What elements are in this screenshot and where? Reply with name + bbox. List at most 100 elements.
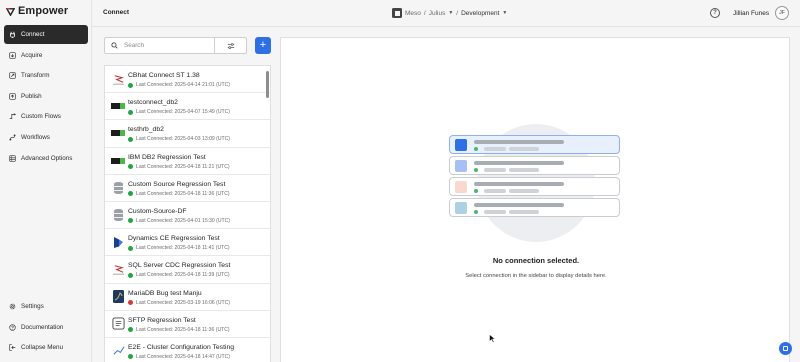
status-text: Last Connected: 2025-04-18 11:39 (UTC) <box>136 272 230 279</box>
status-text: Last Connected: 2025-04-18 11:21 (UTC) <box>136 163 230 170</box>
placeholder-card <box>449 177 620 196</box>
sidebar-item-workflows[interactable]: Workflows <box>4 128 88 147</box>
status-ok-icon <box>128 327 133 333</box>
help-icon <box>9 323 16 331</box>
placeholder-card <box>449 198 620 217</box>
plug-icon <box>9 31 16 38</box>
connection-name: MariaDB Bug test Manju <box>128 289 202 297</box>
breadcrumb[interactable]: Meso / Julius ▼ / Development ▼ <box>392 6 507 20</box>
search-input[interactable] <box>124 40 212 51</box>
sidebar-item-collapse-menu[interactable]: Collapse Menu <box>4 338 88 357</box>
add-connection-button[interactable]: + <box>255 37 271 54</box>
status-ok-icon <box>128 82 133 88</box>
sqlserver-icon <box>111 262 125 276</box>
download-icon <box>9 51 16 59</box>
list-item[interactable]: MariaDB Bug test Manju Last Connected: 2… <box>105 284 270 311</box>
sidebar-item-label: Advanced Options <box>21 154 73 162</box>
page-title: Connect <box>103 9 129 16</box>
detail-panel: No connection selected. Select connectio… <box>280 37 790 362</box>
list-item[interactable]: testconnect_db2 Last Connected: 2025-04-… <box>105 93 270 121</box>
connection-status: Last Connected: 2025-04-18 11:21 (UTC) <box>128 164 230 170</box>
mouse-cursor-icon <box>489 334 496 343</box>
connection-name: E2E - Cluster Configuration Testing <box>128 343 235 351</box>
connection-status: Last Connected: 2025-04-18 11:36 (UTC) <box>128 327 230 333</box>
breadcrumb-project[interactable]: Julius <box>429 10 446 17</box>
breadcrumb-separator: / <box>423 9 426 17</box>
sftp-icon <box>111 317 125 331</box>
status-ok-icon <box>128 109 133 115</box>
breadcrumb-separator: / <box>456 9 459 17</box>
breadcrumb-org[interactable]: Meso <box>405 10 421 17</box>
status-ok-icon <box>128 136 133 142</box>
status-text: Last Connected: 2025-04-18 11:36 (UTC) <box>136 190 230 197</box>
status-text: Last Connected: 2025-04-18 11:36 (UTC) <box>136 326 230 333</box>
environment-icon <box>392 8 402 18</box>
status-text: Last Connected: 2025-03-19 16:06 (UTC) <box>136 299 231 306</box>
list-item[interactable]: CBhat Connect ST 1.38 Last Connected: 20… <box>105 66 270 94</box>
connection-name: SQL Server CDC Regression Test <box>128 262 231 270</box>
status-ok-icon <box>128 218 133 224</box>
list-item[interactable]: Custom Source Regression Test Last Conne… <box>105 175 270 202</box>
avatar[interactable]: JF <box>775 6 789 20</box>
sidebar-item-label: Publish <box>21 92 42 100</box>
connection-name: testhrb_db2 <box>128 126 164 134</box>
grid-icon <box>9 154 16 162</box>
list-item[interactable]: SQL Server CDC Regression Test Last Conn… <box>105 256 270 284</box>
list-item[interactable]: Custom-Source-DF Last Connected: 2025-04… <box>105 202 270 230</box>
connection-status: Last Connected: 2025-04-14 21:01 (UTC) <box>128 82 230 88</box>
placeholder-card <box>449 156 620 175</box>
sqlserver-icon <box>111 72 125 86</box>
help-icon[interactable]: ? <box>710 8 720 18</box>
search-icon <box>111 42 118 49</box>
chat-button[interactable] <box>779 342 792 355</box>
collapse-icon <box>9 344 16 351</box>
list-item[interactable]: IBM DB2 Regression Test Last Connected: … <box>105 148 270 175</box>
empty-state-title: No connection selected. <box>492 256 580 265</box>
sidebar-item-advanced-options[interactable]: Advanced Options <box>4 149 88 168</box>
filter-button[interactable] <box>214 38 247 53</box>
sidebar-item-label: Custom Flows <box>21 113 61 121</box>
list-item[interactable]: SFTP Regression Test Last Connected: 202… <box>105 311 270 338</box>
list-item[interactable]: testhrb_db2 Last Connected: 2025-04-03 1… <box>105 120 270 148</box>
user-name[interactable]: Jillian Funes <box>733 10 769 17</box>
connection-name: IBM DB2 Regression Test <box>128 153 206 161</box>
status-text: Last Connected: 2025-04-18 11:41 (UTC) <box>136 245 230 252</box>
connection-status: Last Connected: 2025-04-18 11:41 (UTC) <box>128 245 230 251</box>
sidebar-item-transform[interactable]: Transform <box>4 66 88 85</box>
status-text: Last Connected: 2025-04-03 13:09 (UTC) <box>136 136 231 143</box>
brand[interactable]: Empower <box>6 4 68 18</box>
sidebar-item-acquire[interactable]: Acquire <box>4 46 88 65</box>
db2-icon <box>111 126 125 140</box>
connection-status: Last Connected: 2025-03-19 16:06 (UTC) <box>128 300 230 306</box>
breadcrumb-environment[interactable]: Development <box>461 10 499 17</box>
cluster-icon <box>111 344 125 358</box>
sidebar-item-label: Acquire <box>21 51 43 59</box>
status-text: Last Connected: 2025-04-14 21:01 (UTC) <box>136 82 231 88</box>
db2-icon <box>111 154 125 168</box>
placeholder-card <box>449 135 620 154</box>
sidebar-item-label: Transform <box>21 72 50 80</box>
chevron-down-icon[interactable]: ▼ <box>448 10 453 16</box>
connection-name: Dynamics CE Regression Test <box>128 235 220 243</box>
sidebar-item-label: Connect <box>21 31 45 38</box>
brand-name: Empower <box>18 5 69 17</box>
sidebar-item-connect[interactable]: Connect <box>4 25 88 44</box>
list-scrollbar[interactable] <box>266 71 269 98</box>
sidebar-item-documentation[interactable]: Documentation <box>4 318 88 337</box>
empty-state-subtitle: Select connection in the sidebar to disp… <box>465 273 607 279</box>
list-item[interactable]: Dynamics CE Regression Test Last Connect… <box>105 229 270 257</box>
connection-status: Last Connected: 2025-04-01 15:30 (UTC) <box>128 218 230 224</box>
chevron-down-icon[interactable]: ▼ <box>502 10 507 16</box>
status-text: Last Connected: 2025-04-18 14:47 (UTC) <box>136 353 231 360</box>
status-ok-icon <box>128 272 133 278</box>
transform-icon <box>9 72 16 79</box>
connection-name: Custom-Source-DF <box>128 207 187 215</box>
publish-icon <box>9 93 16 100</box>
sidebar-item-custom-flows[interactable]: Custom Flows <box>4 107 88 126</box>
top-header: Connect Meso / Julius ▼ / Development ▼ … <box>92 0 800 27</box>
sidebar-item-publish[interactable]: Publish <box>4 87 88 106</box>
database-icon <box>111 181 125 195</box>
list-item[interactable]: E2E - Cluster Configuration Testing Last… <box>105 338 270 362</box>
sidebar-item-settings[interactable]: Settings <box>4 297 88 316</box>
connection-status: Last Connected: 2025-04-18 11:36 (UTC) <box>128 191 230 197</box>
